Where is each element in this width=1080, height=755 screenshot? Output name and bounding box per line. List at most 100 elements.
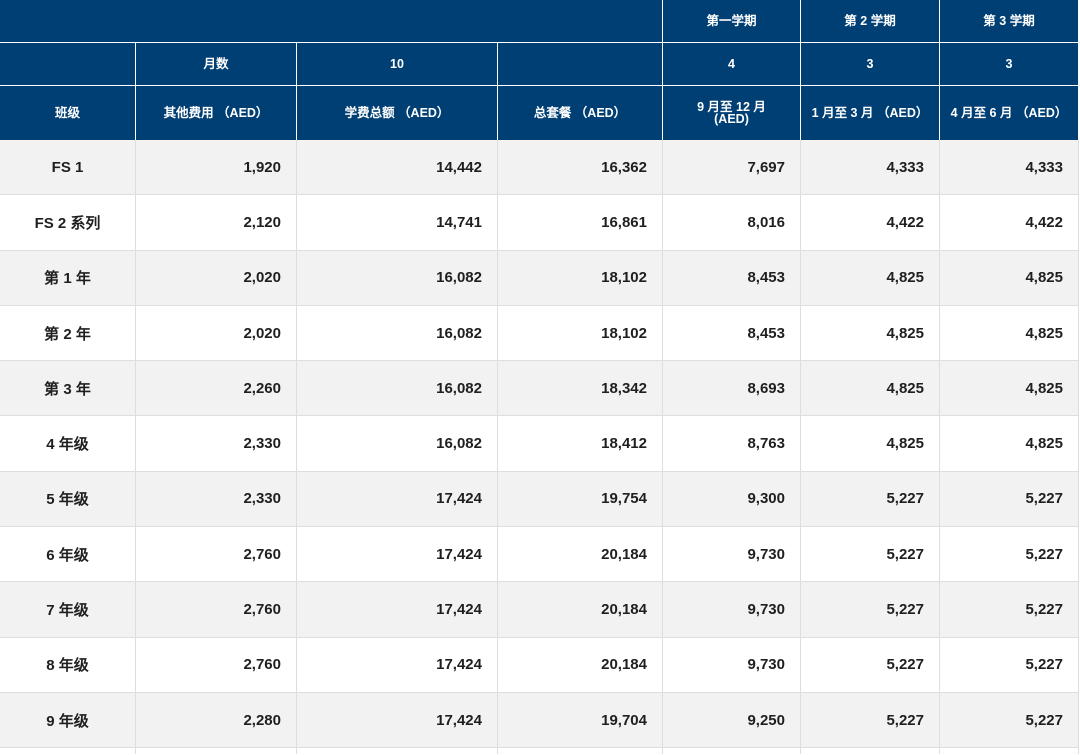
cell-term-3-fee: 4,825 xyxy=(940,250,1078,305)
cell-other-fees: 2,260 xyxy=(136,361,296,416)
header-term-1-months: 4 xyxy=(663,43,800,85)
cell-grade: 第 1 年 xyxy=(0,250,135,305)
cell-tuition-total: 16,082 xyxy=(297,416,497,471)
cell-term-3-fee: 5,227 xyxy=(940,527,1078,582)
cell-term-2-fee: 4,825 xyxy=(801,361,939,416)
cell-grade: FS 2 系列 xyxy=(0,195,135,250)
cell-tuition-total: 14,442 xyxy=(297,140,497,195)
cell-term-2-fee: 5,227 xyxy=(801,527,939,582)
cell-other-fees: 2,020 xyxy=(136,305,296,361)
cell-term-1-fee: 7,697 xyxy=(663,140,800,195)
cell-other-fees xyxy=(136,748,296,755)
header-term-2: 第 2 学期 xyxy=(801,0,939,42)
cell-term-1-fee: 8,453 xyxy=(663,305,800,361)
cell-grade: 第 3 年 xyxy=(0,361,135,416)
column-header-term-1-fee: 9 月至 12 月 (AED) xyxy=(663,86,800,140)
cell-total-package xyxy=(498,748,662,755)
header-term-1: 第一学期 xyxy=(663,0,800,42)
cell-total-package: 19,754 xyxy=(498,471,662,527)
cell-other-fees: 2,330 xyxy=(136,416,296,471)
column-header-other-fees: 其他费用 （AED） xyxy=(136,86,296,140)
cell-term-2-fee: 5,227 xyxy=(801,582,939,637)
cell-total-package: 20,184 xyxy=(498,637,662,692)
cell-other-fees: 2,760 xyxy=(136,582,296,637)
cell-grade: 7 年级 xyxy=(0,582,135,637)
column-header-term-3-fee: 4 月至 6 月 （AED） xyxy=(940,86,1078,140)
header-months-total: 10 xyxy=(297,43,497,85)
cell-term-2-fee: 4,333 xyxy=(801,140,939,195)
fee-table: 第一学期 第 2 学期 第 3 学期 月数 10 4 3 3 班级 其他费用 （… xyxy=(0,0,1079,755)
header-term-2-months: 3 xyxy=(801,43,939,85)
cell-term-1-fee: 8,693 xyxy=(663,361,800,416)
cell-tuition-total: 14,741 xyxy=(297,195,497,250)
cell-grade xyxy=(0,748,135,755)
cell-term-1-fee: 8,016 xyxy=(663,195,800,250)
cell-term-3-fee: 4,825 xyxy=(940,361,1078,416)
cell-tuition-total: 17,424 xyxy=(297,692,497,748)
cell-term-2-fee: 4,825 xyxy=(801,250,939,305)
cell-grade: FS 1 xyxy=(0,140,135,195)
cell-other-fees: 2,330 xyxy=(136,471,296,527)
cell-term-1-fee: 9,250 xyxy=(663,692,800,748)
cell-term-2-fee: 4,422 xyxy=(801,195,939,250)
header-blank-cell xyxy=(0,43,135,85)
cell-tuition-total: 17,424 xyxy=(297,582,497,637)
header-months-label: 月数 xyxy=(136,43,296,85)
cell-other-fees: 2,120 xyxy=(136,195,296,250)
cell-total-package: 19,704 xyxy=(498,692,662,748)
cell-term-3-fee: 5,227 xyxy=(940,582,1078,637)
cell-total-package: 18,102 xyxy=(498,250,662,305)
cell-term-3-fee: 4,333 xyxy=(940,140,1078,195)
cell-term-2-fee: 4,825 xyxy=(801,416,939,471)
cell-term-2-fee: 5,227 xyxy=(801,637,939,692)
header-term-3: 第 3 学期 xyxy=(940,0,1078,42)
cell-tuition-total: 16,082 xyxy=(297,361,497,416)
cell-other-fees: 2,280 xyxy=(136,692,296,748)
cell-tuition-total: 17,424 xyxy=(297,527,497,582)
header-blank-cell xyxy=(0,0,662,42)
column-header-term-2-fee: 1 月至 3 月 （AED） xyxy=(801,86,939,140)
cell-term-1-fee: 9,730 xyxy=(663,527,800,582)
cell-total-package: 16,861 xyxy=(498,195,662,250)
cell-term-2-fee: 5,227 xyxy=(801,471,939,527)
cell-term-3-fee: 5,227 xyxy=(940,692,1078,748)
cell-term-3-fee: 4,825 xyxy=(940,416,1078,471)
cell-tuition-total: 17,424 xyxy=(297,471,497,527)
cell-term-1-fee: 9,300 xyxy=(663,471,800,527)
cell-total-package: 18,342 xyxy=(498,361,662,416)
cell-grade: 9 年级 xyxy=(0,692,135,748)
cell-other-fees: 2,020 xyxy=(136,250,296,305)
cell-term-2-fee: 4,825 xyxy=(801,305,939,361)
table-header: 第一学期 第 2 学期 第 3 学期 月数 10 4 3 3 班级 其他费用 （… xyxy=(0,0,1078,140)
header-term-3-months: 3 xyxy=(940,43,1078,85)
cell-total-package: 18,412 xyxy=(498,416,662,471)
cell-term-1-fee: 8,763 xyxy=(663,416,800,471)
cell-total-package: 16,362 xyxy=(498,140,662,195)
cell-total-package: 18,102 xyxy=(498,305,662,361)
column-header-grade: 班级 xyxy=(0,86,135,140)
cell-grade: 8 年级 xyxy=(0,637,135,692)
cell-term-3-fee: 5,227 xyxy=(940,471,1078,527)
cell-other-fees: 2,760 xyxy=(136,527,296,582)
cell-term-1-fee xyxy=(663,748,800,755)
cell-grade: 4 年级 xyxy=(0,416,135,471)
column-header-tuition-total: 学费总额 （AED） xyxy=(297,86,497,140)
column-header-total-package: 总套餐 （AED） xyxy=(498,86,662,140)
cell-tuition-total: 17,424 xyxy=(297,637,497,692)
cell-grade: 5 年级 xyxy=(0,471,135,527)
cell-term-3-fee: 4,825 xyxy=(940,305,1078,361)
table-body: FS 1 1,920 14,442 16,362 7,697 4,333 4,3… xyxy=(0,140,1079,755)
cell-grade: 第 2 年 xyxy=(0,305,135,361)
cell-term-1-fee: 9,730 xyxy=(663,637,800,692)
cell-term-1-fee: 8,453 xyxy=(663,250,800,305)
cell-term-1-fee: 9,730 xyxy=(663,582,800,637)
cell-term-3-fee xyxy=(940,748,1078,755)
cell-tuition-total xyxy=(297,748,497,755)
cell-total-package: 20,184 xyxy=(498,527,662,582)
cell-tuition-total: 16,082 xyxy=(297,305,497,361)
cell-total-package: 20,184 xyxy=(498,582,662,637)
header-blank-cell xyxy=(498,43,662,85)
cell-term-3-fee: 5,227 xyxy=(940,637,1078,692)
cell-term-3-fee: 4,422 xyxy=(940,195,1078,250)
cell-other-fees: 1,920 xyxy=(136,140,296,195)
